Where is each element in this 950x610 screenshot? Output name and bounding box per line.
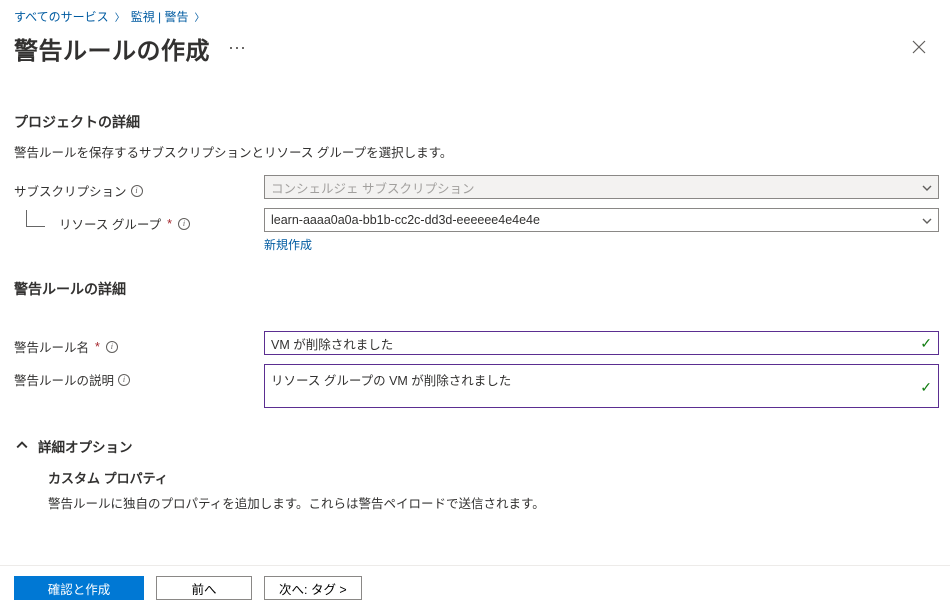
chevron-right-icon: 〉 [115, 9, 125, 24]
check-icon: ✓ [920, 379, 932, 396]
chevron-down-icon [922, 215, 932, 225]
subscription-select: コンシェルジェ サブスクリプション [264, 175, 939, 199]
resource-group-select[interactable]: learn-aaaa0a0a-bb1b-cc2c-dd3d-eeeeee4e4e… [264, 208, 939, 232]
close-button[interactable] [902, 32, 936, 65]
section-title-project: プロジェクトの詳細 [14, 112, 921, 132]
page-title: 警告ルールの作成 [14, 31, 210, 66]
section-desc-project: 警告ルールを保存するサブスクリプションとリソース グループを選択します。 [14, 142, 921, 161]
label-rule-name: 警告ルール名 * i [14, 331, 264, 356]
footer: 確認と作成 前へ 次へ: タグ > [0, 565, 950, 610]
check-icon: ✓ [920, 335, 932, 352]
rule-description-input[interactable]: リソース グループの VM が削除されました ✓ [264, 364, 939, 408]
label-resource-group: リソース グループ * i [14, 208, 264, 233]
breadcrumb-monitor-alerts[interactable]: 監視 | 警告 [131, 8, 189, 25]
create-new-link[interactable]: 新規作成 [264, 236, 312, 253]
advanced-options-toggle[interactable]: 詳細オプション [16, 436, 921, 456]
next-button[interactable]: 次へ: タグ > [264, 576, 362, 600]
info-icon[interactable]: i [106, 341, 118, 353]
label-rule-description: 警告ルールの説明 i [14, 364, 264, 389]
required-marker: * [95, 340, 100, 354]
info-icon[interactable]: i [178, 218, 190, 230]
chevron-down-icon [922, 182, 932, 192]
info-icon[interactable]: i [118, 374, 130, 386]
custom-properties-desc: 警告ルールに独自のプロパティを追加します。これらは警告ペイロードで送信されます。 [48, 493, 921, 512]
label-subscription: サブスクリプション i [14, 175, 264, 200]
review-create-button[interactable]: 確認と作成 [14, 576, 144, 600]
chevron-up-icon [16, 439, 28, 454]
breadcrumb: すべてのサービス 〉 監視 | 警告 〉 [0, 0, 950, 27]
required-marker: * [167, 217, 172, 231]
breadcrumb-all-services[interactable]: すべてのサービス [14, 8, 109, 25]
previous-button[interactable]: 前へ [156, 576, 252, 600]
info-icon[interactable]: i [131, 185, 143, 197]
section-title-rule: 警告ルールの詳細 [14, 279, 921, 299]
rule-name-input[interactable]: VM が削除されました ✓ [264, 331, 939, 355]
chevron-right-icon: 〉 [194, 9, 204, 24]
more-actions-button[interactable]: ⋯ [218, 34, 256, 63]
custom-properties-title: カスタム プロパティ [48, 468, 921, 487]
